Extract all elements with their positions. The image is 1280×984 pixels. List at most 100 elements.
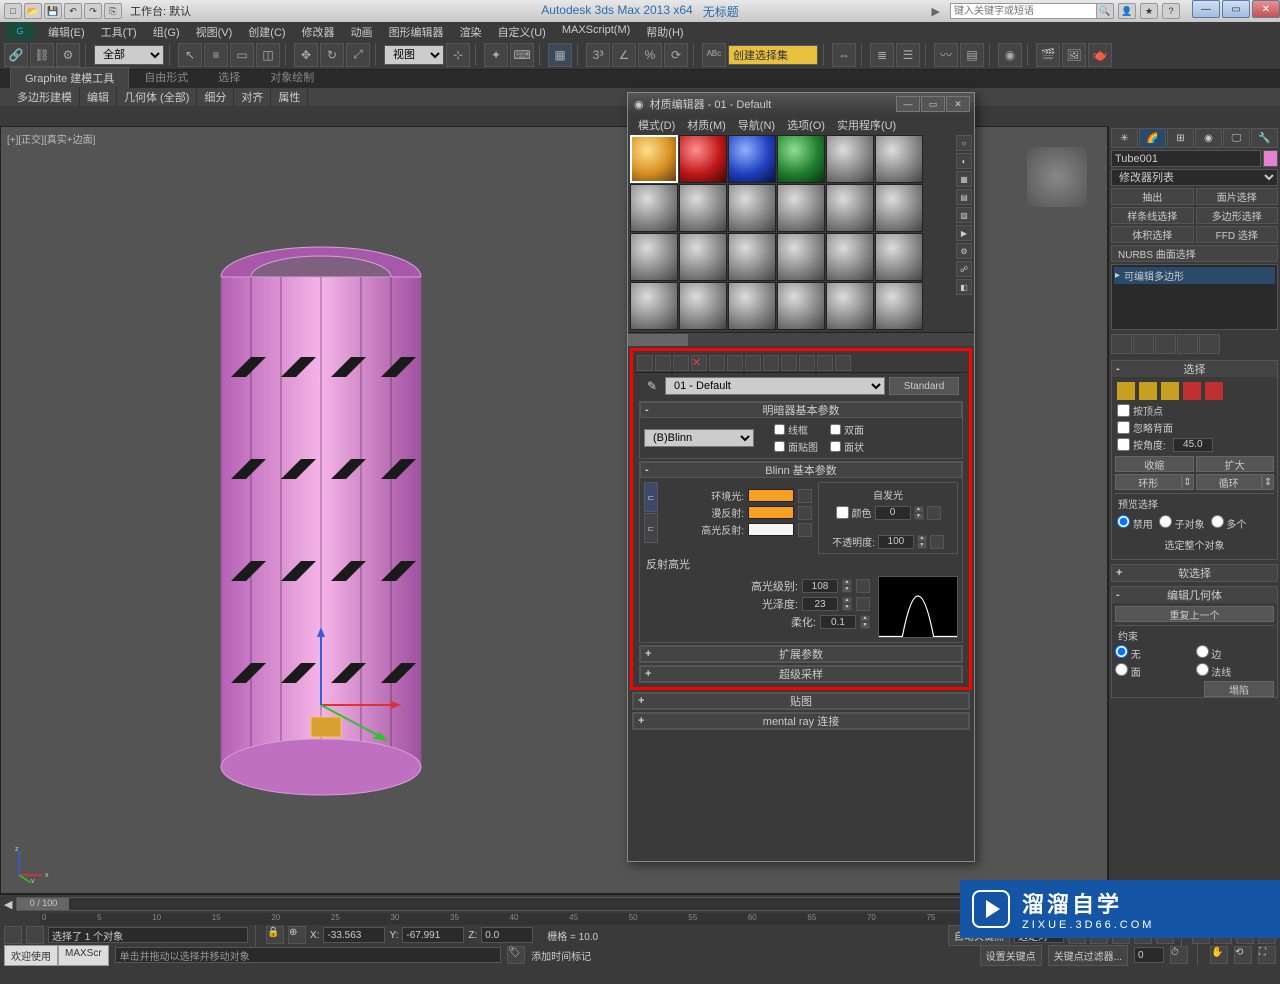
mat-menu-material[interactable]: 材质(M): [681, 115, 732, 133]
qat-save-icon[interactable]: 💾: [44, 3, 62, 19]
border-icon[interactable]: [1161, 382, 1179, 400]
minimize-button[interactable]: —: [1192, 0, 1220, 18]
mat-slot-2[interactable]: [679, 135, 727, 183]
mat-slot-18[interactable]: [875, 233, 923, 281]
cmd-tab-modify-icon[interactable]: 🌈: [1139, 128, 1166, 148]
diffuse-swatch[interactable]: [748, 506, 794, 519]
mod-btn-ffdsel[interactable]: FFD 选择: [1196, 226, 1279, 243]
help-icon[interactable]: ?: [1162, 3, 1180, 19]
background-icon[interactable]: ▦: [956, 171, 972, 187]
btn-loop[interactable]: 循环: [1196, 474, 1263, 490]
mat-slot-16[interactable]: [777, 233, 825, 281]
material-type-button[interactable]: Standard: [889, 377, 959, 395]
binoculars-icon[interactable]: 🔍: [1096, 3, 1114, 19]
make-unique-icon[interactable]: [727, 355, 743, 371]
opacity-map-btn[interactable]: [930, 535, 944, 549]
show-in-vp-icon[interactable]: [781, 355, 797, 371]
mat-slot-5[interactable]: [826, 135, 874, 183]
mat-max-button[interactable]: ▭: [921, 96, 945, 112]
model-tube[interactable]: [201, 237, 441, 797]
lock-sel-icon[interactable]: [4, 926, 22, 944]
cmd-tab-display-icon[interactable]: 🖵: [1223, 128, 1250, 148]
tab-objpaint[interactable]: 对象绘制: [255, 66, 329, 88]
layers-icon[interactable]: ☰: [896, 43, 920, 67]
ring-spinner[interactable]: ⇕: [1182, 474, 1194, 490]
rollout-maps-hdr[interactable]: +贴图: [633, 693, 969, 709]
workspace-label[interactable]: 工作台: 默认: [130, 3, 191, 19]
object-color-swatch[interactable]: [1263, 150, 1278, 167]
keyfilter-btn[interactable]: 关键点过滤器...: [1048, 945, 1128, 966]
menu-modifiers[interactable]: 修改器: [294, 22, 343, 40]
render-setup-icon[interactable]: 🎬: [1036, 43, 1060, 67]
chk-byvertex[interactable]: 按顶点: [1115, 402, 1274, 419]
mat-slot-20[interactable]: [679, 282, 727, 330]
show-end-icon[interactable]: [1133, 334, 1154, 354]
gloss-input[interactable]: [802, 597, 838, 611]
options-icon[interactable]: ⚙: [956, 243, 972, 259]
tab-welcome[interactable]: 欢迎使用: [4, 945, 58, 966]
modifier-stack[interactable]: ▸ 可编辑多边形: [1111, 264, 1278, 330]
close-button[interactable]: ✕: [1252, 0, 1280, 18]
get-material-icon[interactable]: [637, 355, 653, 371]
spinnersnap-icon[interactable]: ⟳: [664, 43, 688, 67]
mod-btn-polysel[interactable]: 多边形选择: [1196, 207, 1279, 224]
chevron-right-icon[interactable]: ▶: [932, 5, 940, 18]
stack-item-editpoly[interactable]: ▸ 可编辑多边形: [1114, 267, 1275, 284]
select-window-icon[interactable]: ◫: [256, 43, 280, 67]
rotate-icon[interactable]: ↻: [320, 43, 344, 67]
mod-btn-nurbs[interactable]: NURBS 曲面选择: [1111, 245, 1278, 262]
tab-freeform[interactable]: 自由形式: [129, 66, 203, 88]
lock-icon[interactable]: 🔒: [266, 926, 284, 944]
vertex-icon[interactable]: [1117, 382, 1135, 400]
chk-twosided[interactable]: 双面: [830, 422, 864, 437]
menu-grapheditors[interactable]: 图形编辑器: [381, 22, 452, 40]
menu-tools[interactable]: 工具(T): [93, 22, 145, 40]
c-face[interactable]: 面: [1115, 663, 1194, 679]
keymode-icon[interactable]: ⌨: [510, 43, 534, 67]
timeline-left-icon[interactable]: ◀: [4, 898, 12, 911]
cmd-tab-create-icon[interactable]: ✳: [1111, 128, 1138, 148]
time-config-icon[interactable]: ⏱: [1170, 946, 1188, 964]
mat-map-nav-icon[interactable]: ◧: [956, 279, 972, 295]
show-end-result-icon[interactable]: [799, 355, 815, 371]
mat-slot-13[interactable]: [630, 233, 678, 281]
mat-slot-14[interactable]: [679, 233, 727, 281]
mat-menu-nav[interactable]: 导航(N): [732, 115, 781, 133]
spec-level-spinner[interactable]: ▲▼: [842, 579, 852, 593]
diffuse-spec-lock-icon[interactable]: ⊏: [644, 513, 658, 543]
uv-tiling-icon[interactable]: ▤: [956, 189, 972, 205]
mat-menu-mode[interactable]: 模式(D): [632, 115, 681, 133]
tab-graphite[interactable]: Graphite 建模工具: [10, 67, 129, 88]
abc-icon[interactable]: ᴬᴮᶜ: [702, 43, 726, 67]
z-input[interactable]: [481, 927, 533, 943]
qat-redo-icon[interactable]: ↷: [84, 3, 102, 19]
percentsnap-icon[interactable]: %: [638, 43, 662, 67]
menu-customize[interactable]: 自定义(U): [490, 22, 554, 40]
element-icon[interactable]: [1205, 382, 1223, 400]
self-illum-input[interactable]: [875, 506, 911, 520]
mod-btn-patchsel[interactable]: 面片选择: [1196, 188, 1279, 205]
menu-group[interactable]: 组(G): [145, 22, 188, 40]
mat-menu-util[interactable]: 实用程序(U): [831, 115, 902, 133]
schematic-icon[interactable]: ▤: [960, 43, 984, 67]
mat-slot-9[interactable]: [728, 184, 776, 232]
self-color-chk[interactable]: [836, 506, 849, 519]
poly-icon[interactable]: [1183, 382, 1201, 400]
sub-subdiv[interactable]: 细分: [197, 87, 234, 107]
mat-slot-15[interactable]: [728, 233, 776, 281]
sub-polymodel[interactable]: 多边形建模: [10, 87, 80, 107]
sub-edit[interactable]: 编辑: [80, 87, 117, 107]
material-name-input[interactable]: 01 - Default: [665, 377, 885, 395]
c-normal[interactable]: 法线: [1196, 663, 1275, 679]
mat-slot-6[interactable]: [875, 135, 923, 183]
chk-byangle[interactable]: 按角度:: [1115, 436, 1274, 453]
mat-slot-11[interactable]: [826, 184, 874, 232]
select-name-icon[interactable]: ≡: [204, 43, 228, 67]
opacity-input[interactable]: [878, 535, 914, 549]
setkey-btn[interactable]: 设置关键点: [980, 945, 1042, 966]
rad-multi[interactable]: 多个: [1211, 515, 1247, 531]
snap3-icon[interactable]: 3³: [586, 43, 610, 67]
tab-selection[interactable]: 选择: [203, 66, 255, 88]
move-icon[interactable]: ✥: [294, 43, 318, 67]
btn-grow[interactable]: 扩大: [1196, 456, 1275, 472]
